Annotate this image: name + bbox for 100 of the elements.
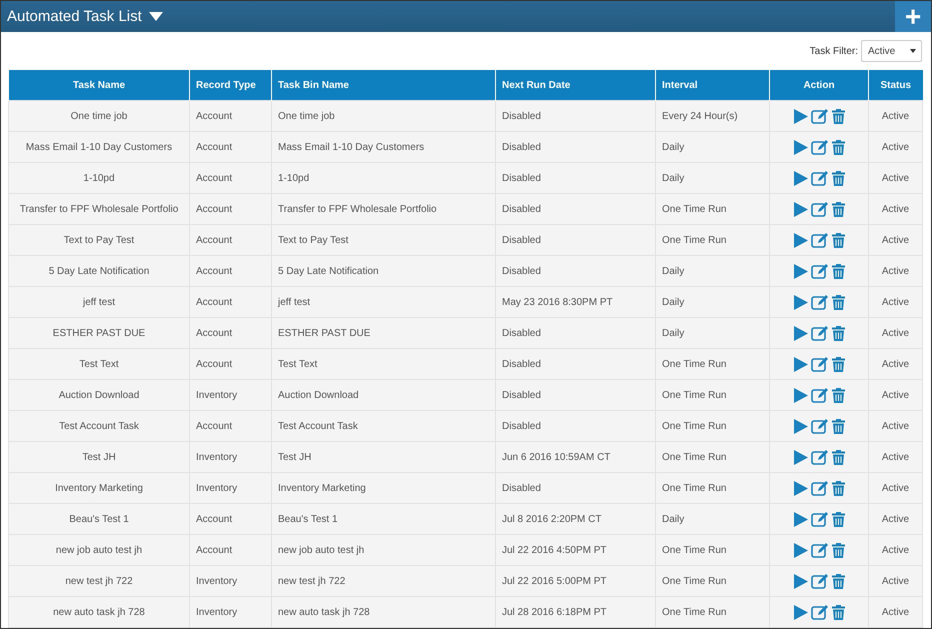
table-cell: Test JH bbox=[272, 442, 496, 472]
run-button[interactable] bbox=[794, 140, 808, 154]
delete-button[interactable] bbox=[832, 108, 844, 124]
run-button[interactable] bbox=[794, 264, 808, 278]
run-button[interactable] bbox=[794, 542, 808, 558]
edit-button[interactable] bbox=[810, 263, 828, 279]
edit-button[interactable] bbox=[810, 542, 828, 558]
edit-button[interactable] bbox=[810, 108, 828, 124]
run-button[interactable] bbox=[794, 418, 808, 434]
table-cell: Disabled bbox=[496, 162, 656, 194]
table-cell: One Time Run bbox=[656, 472, 770, 504]
delete-button[interactable] bbox=[832, 418, 844, 434]
column-header: Status bbox=[868, 70, 922, 100]
delete-button[interactable] bbox=[832, 140, 844, 154]
table-cell: Auction Download bbox=[8, 380, 190, 410]
table-cell: jeff test bbox=[8, 286, 190, 318]
table-cell: Active bbox=[868, 286, 922, 318]
table-cell: Account bbox=[190, 224, 272, 256]
run-button[interactable] bbox=[794, 450, 808, 464]
table-cell: ESTHER PAST DUE bbox=[272, 318, 496, 348]
delete-button[interactable] bbox=[832, 512, 844, 526]
add-button[interactable]: + bbox=[895, 1, 931, 32]
table-cell: Account bbox=[190, 504, 272, 534]
table-cell: One Time Run bbox=[656, 534, 770, 566]
table-cell: One time job bbox=[8, 100, 190, 132]
delete-button[interactable] bbox=[832, 450, 844, 464]
run-button[interactable] bbox=[794, 232, 808, 248]
delete-button[interactable] bbox=[832, 232, 844, 248]
table-cell: One Time Run bbox=[656, 410, 770, 442]
edit-button[interactable] bbox=[810, 604, 828, 620]
run-button[interactable] bbox=[794, 480, 808, 496]
table-cell: Account bbox=[190, 410, 272, 442]
run-button[interactable] bbox=[794, 388, 808, 402]
edit-button[interactable] bbox=[810, 294, 828, 310]
table-cell: Jul 22 2016 5:00PM PT bbox=[496, 566, 656, 596]
delete-button[interactable] bbox=[832, 388, 844, 402]
table-cell: Account bbox=[190, 132, 272, 162]
run-button[interactable] bbox=[794, 202, 808, 216]
task-filter-select[interactable]: Active bbox=[861, 40, 922, 62]
column-header: Next Run Date bbox=[496, 70, 656, 100]
edit-button[interactable] bbox=[810, 170, 828, 186]
table-cell: Inventory Marketing bbox=[272, 472, 496, 504]
table-cell: Test JH bbox=[8, 442, 190, 472]
run-button[interactable] bbox=[794, 294, 808, 310]
delete-button[interactable] bbox=[832, 294, 844, 310]
run-button[interactable] bbox=[794, 170, 808, 186]
table-cell: Active bbox=[868, 504, 922, 534]
edit-button[interactable] bbox=[810, 387, 828, 403]
edit-button[interactable] bbox=[810, 480, 828, 496]
table-cell: Account bbox=[190, 286, 272, 318]
table-cell: 1-10pd bbox=[8, 162, 190, 194]
edit-button[interactable] bbox=[810, 356, 828, 372]
delete-button[interactable] bbox=[832, 202, 844, 216]
delete-button[interactable] bbox=[832, 356, 844, 372]
table-cell: new test jh 722 bbox=[8, 566, 190, 596]
table-cell: ESTHER PAST DUE bbox=[8, 318, 190, 348]
delete-button[interactable] bbox=[832, 574, 844, 588]
edit-button[interactable] bbox=[810, 511, 828, 527]
edit-button[interactable] bbox=[810, 325, 828, 341]
table-cell: Text to Pay Test bbox=[272, 224, 496, 256]
delete-button[interactable] bbox=[832, 480, 844, 496]
table-cell: Jul 8 2016 2:20PM CT bbox=[496, 504, 656, 534]
table-cell: Inventory bbox=[190, 380, 272, 410]
table-cell: Beau's Test 1 bbox=[272, 504, 496, 534]
table-cell: One Time Run bbox=[656, 380, 770, 410]
table-cell: Inventory Marketing bbox=[8, 472, 190, 504]
table-cell: One Time Run bbox=[656, 566, 770, 596]
table-cell: Inventory bbox=[190, 442, 272, 472]
delete-button[interactable] bbox=[832, 264, 844, 278]
table-cell: Transfer to FPF Wholesale Portfolio bbox=[8, 194, 190, 224]
run-button[interactable] bbox=[794, 356, 808, 372]
run-button[interactable] bbox=[794, 512, 808, 526]
table-cell: new auto task jh 728 bbox=[8, 596, 190, 628]
run-button[interactable] bbox=[794, 326, 808, 340]
run-button[interactable] bbox=[794, 574, 808, 588]
run-button[interactable] bbox=[794, 108, 808, 124]
delete-button[interactable] bbox=[832, 170, 844, 186]
caret-icon[interactable] bbox=[148, 12, 163, 21]
delete-button[interactable] bbox=[832, 604, 844, 620]
edit-button[interactable] bbox=[810, 573, 828, 589]
table-cell: Active bbox=[868, 380, 922, 410]
table-cell: Account bbox=[190, 348, 272, 380]
table-cell: 5 Day Late Notification bbox=[8, 256, 190, 286]
edit-button[interactable] bbox=[810, 449, 828, 465]
edit-button[interactable] bbox=[810, 139, 828, 155]
table-cell: Disabled bbox=[496, 472, 656, 504]
edit-button[interactable] bbox=[810, 418, 828, 434]
table-cell: One time job bbox=[272, 100, 496, 132]
table-cell: One Time Run bbox=[656, 194, 770, 224]
table-cell: Daily bbox=[656, 318, 770, 348]
table-cell: Mass Email 1-10 Day Customers bbox=[272, 132, 496, 162]
delete-button[interactable] bbox=[832, 326, 844, 340]
run-button[interactable] bbox=[794, 604, 808, 620]
edit-button[interactable] bbox=[810, 232, 828, 248]
table-cell: Active bbox=[868, 596, 922, 628]
delete-button[interactable] bbox=[832, 542, 844, 558]
edit-button[interactable] bbox=[810, 201, 828, 217]
table-cell: new job auto test jh bbox=[272, 534, 496, 566]
table-cell: Account bbox=[190, 256, 272, 286]
table-cell: new auto task jh 728 bbox=[272, 596, 496, 628]
